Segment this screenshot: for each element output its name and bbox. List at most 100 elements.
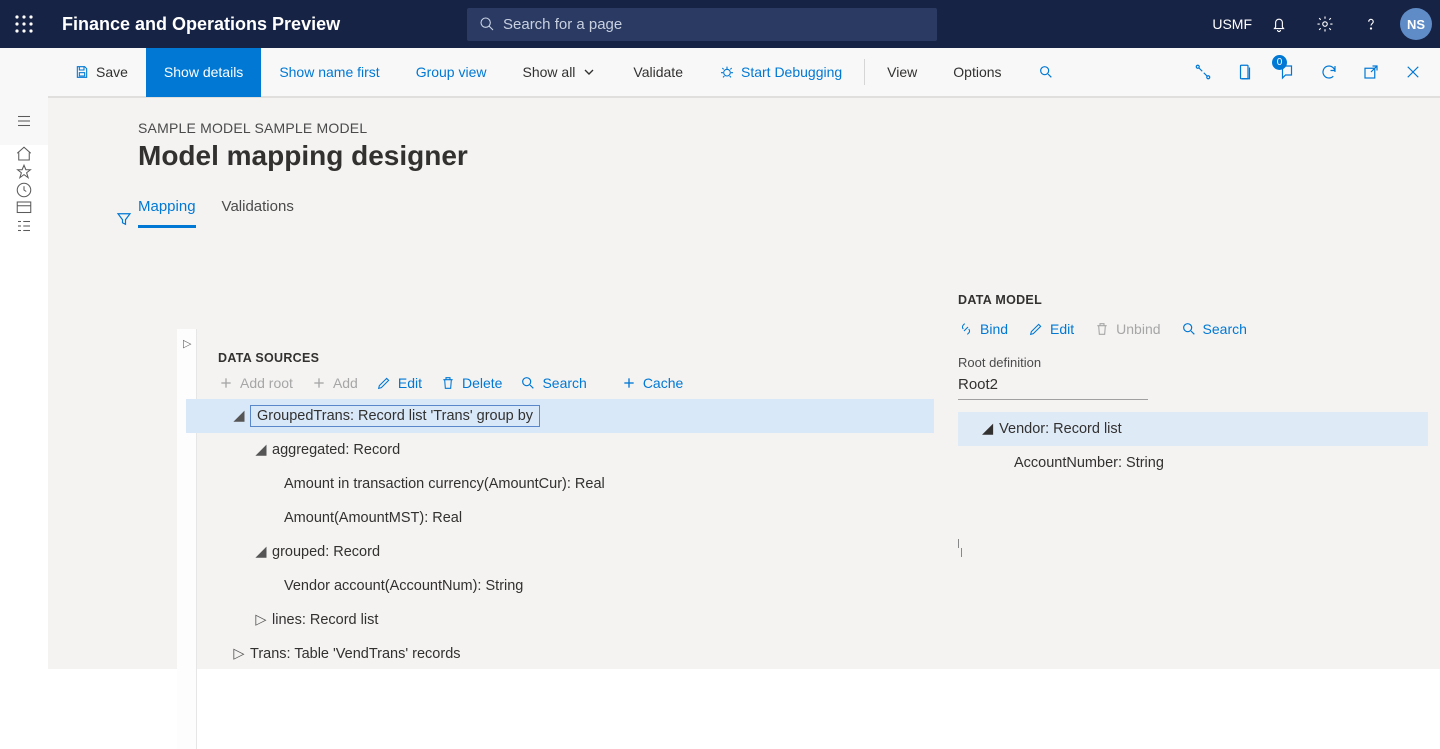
start-debugging-label: Start Debugging (741, 64, 842, 80)
add-root-button[interactable]: Add root (218, 375, 293, 391)
data-sources-panel: ▷ DATA SOURCES Add root Add Edit Delete (186, 329, 934, 669)
action-bar: Save Show details Show name first Group … (0, 48, 1440, 97)
caret-right-icon[interactable]: ▷ (232, 647, 246, 661)
search-icon (1038, 64, 1054, 80)
add-button[interactable]: Add (311, 375, 358, 391)
caret-right-icon[interactable]: ▷ (254, 613, 268, 627)
workspace-icon[interactable] (0, 199, 48, 217)
view-label: View (887, 64, 917, 80)
dm-bind-button[interactable]: Bind (958, 321, 1008, 337)
ds-delete-label: Delete (462, 375, 502, 391)
tree-label: aggregated: Record (272, 442, 400, 458)
separator (864, 59, 865, 85)
caret-down-icon[interactable]: ◢ (254, 443, 268, 457)
notifications-icon[interactable] (1256, 0, 1302, 48)
tree-row-aggregated[interactable]: ◢ aggregated: Record (186, 433, 934, 467)
global-search[interactable] (467, 8, 937, 41)
recent-icon[interactable] (0, 181, 48, 199)
waffle-icon[interactable] (0, 0, 48, 48)
splitter-handle[interactable] (958, 539, 964, 557)
hamburger-icon[interactable] (0, 96, 48, 145)
ds-edit-label: Edit (398, 375, 422, 391)
ds-cache-button[interactable]: Cache (621, 375, 683, 391)
pencil-icon (376, 375, 392, 391)
show-name-first-button[interactable]: Show name first (261, 48, 397, 97)
company-code[interactable]: USMF (1212, 16, 1252, 32)
root-definition-label: Root definition (958, 355, 1428, 370)
add-root-label: Add root (240, 375, 293, 391)
plus-icon (311, 375, 327, 391)
tree-row-amountmst[interactable]: Amount(AmountMST): Real (186, 501, 934, 535)
data-sources-heading: DATA SOURCES (218, 351, 934, 365)
tree-label: AccountNumber: String (1014, 455, 1164, 471)
ds-edit-button[interactable]: Edit (376, 375, 422, 391)
root-definition-value[interactable]: Root2 (958, 376, 1148, 400)
tree-row-groupedtrans[interactable]: ◢ GroupedTrans: Record list 'Trans' grou… (186, 399, 934, 433)
tree-row-trans[interactable]: ▷ Trans: Table 'VendTrans' records (186, 637, 934, 671)
avatar[interactable]: NS (1400, 8, 1432, 40)
caret-down-icon[interactable]: ◢ (232, 409, 246, 423)
action-search-button[interactable] (1020, 48, 1072, 97)
view-menu[interactable]: View (869, 48, 935, 97)
home-icon[interactable] (0, 145, 48, 163)
plus-icon (621, 375, 637, 391)
star-icon[interactable] (0, 163, 48, 181)
attachments-icon[interactable] (1226, 48, 1264, 97)
dm-row-vendor[interactable]: ◢ Vendor: Record list (958, 412, 1428, 446)
show-all-dropdown[interactable]: Show all (505, 48, 616, 97)
search-input[interactable] (503, 16, 925, 33)
data-model-tree: ◢ Vendor: Record list AccountNumber: Str… (958, 412, 1428, 480)
ds-search-button[interactable]: Search (520, 375, 586, 391)
tree-row-vendoraccount[interactable]: Vendor account(AccountNum): String (186, 569, 934, 603)
caret-down-icon[interactable]: ◢ (254, 545, 268, 559)
tree-row-lines[interactable]: ▷ lines: Record list (186, 603, 934, 637)
dm-search-button[interactable]: Search (1181, 321, 1247, 337)
tab-validations[interactable]: Validations (222, 198, 294, 228)
app-title: Finance and Operations Preview (62, 14, 340, 35)
dm-row-accountnumber[interactable]: AccountNumber: String (958, 446, 1428, 480)
show-details-button[interactable]: Show details (146, 48, 261, 97)
trash-icon (440, 375, 456, 391)
plus-icon (218, 375, 234, 391)
popout-icon[interactable] (1352, 48, 1390, 97)
chevron-down-icon (581, 64, 597, 80)
caret-down-icon[interactable]: ◢ (982, 421, 993, 437)
connector-icon[interactable] (1184, 48, 1222, 97)
help-icon[interactable] (1348, 0, 1394, 48)
options-menu[interactable]: Options (935, 48, 1019, 97)
ds-search-label: Search (542, 375, 586, 391)
validate-button[interactable]: Validate (615, 48, 701, 97)
top-bar: Finance and Operations Preview USMF NS (0, 0, 1440, 48)
dm-unbind-button[interactable]: Unbind (1094, 321, 1160, 337)
filter-icon[interactable] (96, 195, 152, 243)
expand-chevron-icon[interactable]: ▷ (183, 337, 191, 350)
dm-unbind-label: Unbind (1116, 321, 1160, 337)
tree-label: Vendor account(AccountNum): String (284, 578, 523, 594)
tree-row-grouped[interactable]: ◢ grouped: Record (186, 535, 934, 569)
ds-delete-button[interactable]: Delete (440, 375, 502, 391)
data-sources-tree: ◢ GroupedTrans: Record list 'Trans' grou… (186, 399, 934, 671)
refresh-icon[interactable] (1310, 48, 1348, 97)
modules-icon[interactable] (0, 217, 48, 235)
save-button[interactable]: Save (56, 48, 146, 97)
data-model-toolbar: Bind Edit Unbind Search (958, 321, 1428, 337)
messages-badge: 0 (1272, 55, 1287, 70)
gear-icon[interactable] (1302, 0, 1348, 48)
tree-label: grouped: Record (272, 544, 380, 560)
trash-icon (1094, 321, 1110, 337)
dm-edit-button[interactable]: Edit (1028, 321, 1074, 337)
close-icon[interactable] (1394, 48, 1432, 97)
dm-bind-label: Bind (980, 321, 1008, 337)
ds-cache-label: Cache (643, 375, 683, 391)
group-view-button[interactable]: Group view (398, 48, 505, 97)
tree-label: lines: Record list (272, 612, 378, 628)
tree-row-amountcur[interactable]: Amount in transaction currency(AmountCur… (186, 467, 934, 501)
show-details-label: Show details (164, 64, 243, 80)
page-tabs: Mapping Validations (138, 198, 1440, 229)
start-debugging-button[interactable]: Start Debugging (701, 48, 860, 97)
messages-icon[interactable]: 0 (1268, 48, 1306, 97)
data-model-heading: DATA MODEL (958, 293, 1428, 307)
pencil-icon (1028, 321, 1044, 337)
page-title: Model mapping designer (138, 140, 1440, 172)
save-label: Save (96, 64, 128, 80)
